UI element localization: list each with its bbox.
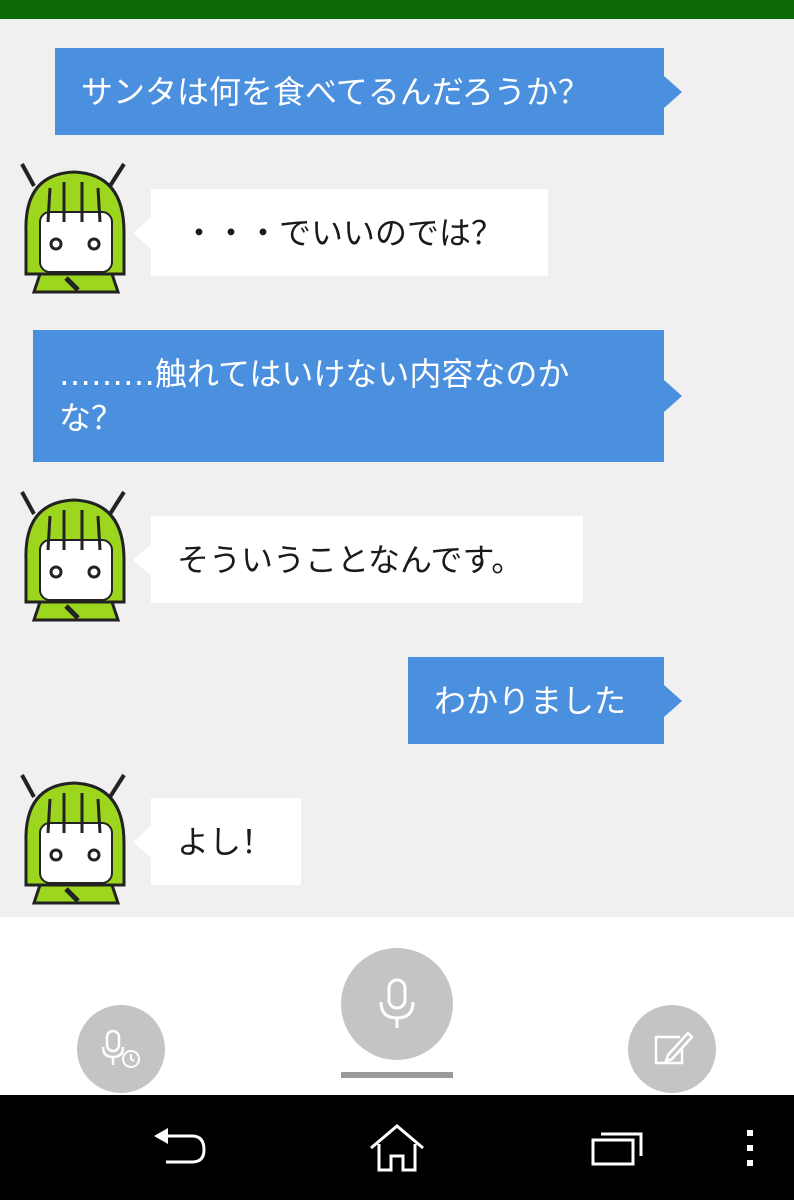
bot-message-bubble: よし！ [133, 798, 301, 885]
user-message-bubble: サンタは何を食べてるんだろうか？ [55, 48, 682, 135]
recents-button[interactable] [577, 1095, 657, 1200]
mic-button[interactable] [341, 948, 453, 1060]
bot-avatar [20, 773, 132, 905]
message-text: ・・・でいいのでは？ [183, 213, 504, 252]
home-button[interactable] [357, 1095, 437, 1200]
message-text: そういうことなんです。 [177, 540, 524, 579]
home-icon [370, 1123, 424, 1171]
green-haired-character-icon [20, 490, 126, 622]
message-text: ………触れてはいけない内容なのかな？ [59, 355, 570, 437]
overflow-menu-icon [747, 1129, 753, 1166]
bot-message-bubble: そういうことなんです。 [133, 516, 583, 603]
user-message-bubble: ………触れてはいけない内容なのかな？ [33, 330, 682, 462]
bot-avatar [20, 490, 132, 622]
green-haired-character-icon [20, 162, 126, 294]
mic-clock-icon [101, 1029, 140, 1068]
mic-icon [379, 978, 415, 1028]
green-haired-character-icon [20, 773, 126, 905]
status-bar [0, 0, 794, 19]
recents-icon [591, 1132, 643, 1165]
message-text: よし！ [177, 822, 274, 861]
message-text: わかりました [434, 681, 627, 720]
edit-button[interactable] [628, 1005, 716, 1093]
bot-message-bubble: ・・・でいいのでは？ [133, 189, 548, 276]
user-message-bubble: わかりました [408, 657, 682, 744]
edit-icon [654, 1031, 694, 1065]
back-icon [154, 1127, 206, 1163]
message-text: サンタは何を食べてるんだろうか？ [81, 72, 590, 111]
overflow-menu-button[interactable] [730, 1095, 770, 1200]
active-indicator [341, 1072, 453, 1078]
voice-history-button[interactable] [77, 1005, 165, 1093]
bot-avatar [20, 162, 132, 294]
back-button[interactable] [140, 1095, 220, 1200]
